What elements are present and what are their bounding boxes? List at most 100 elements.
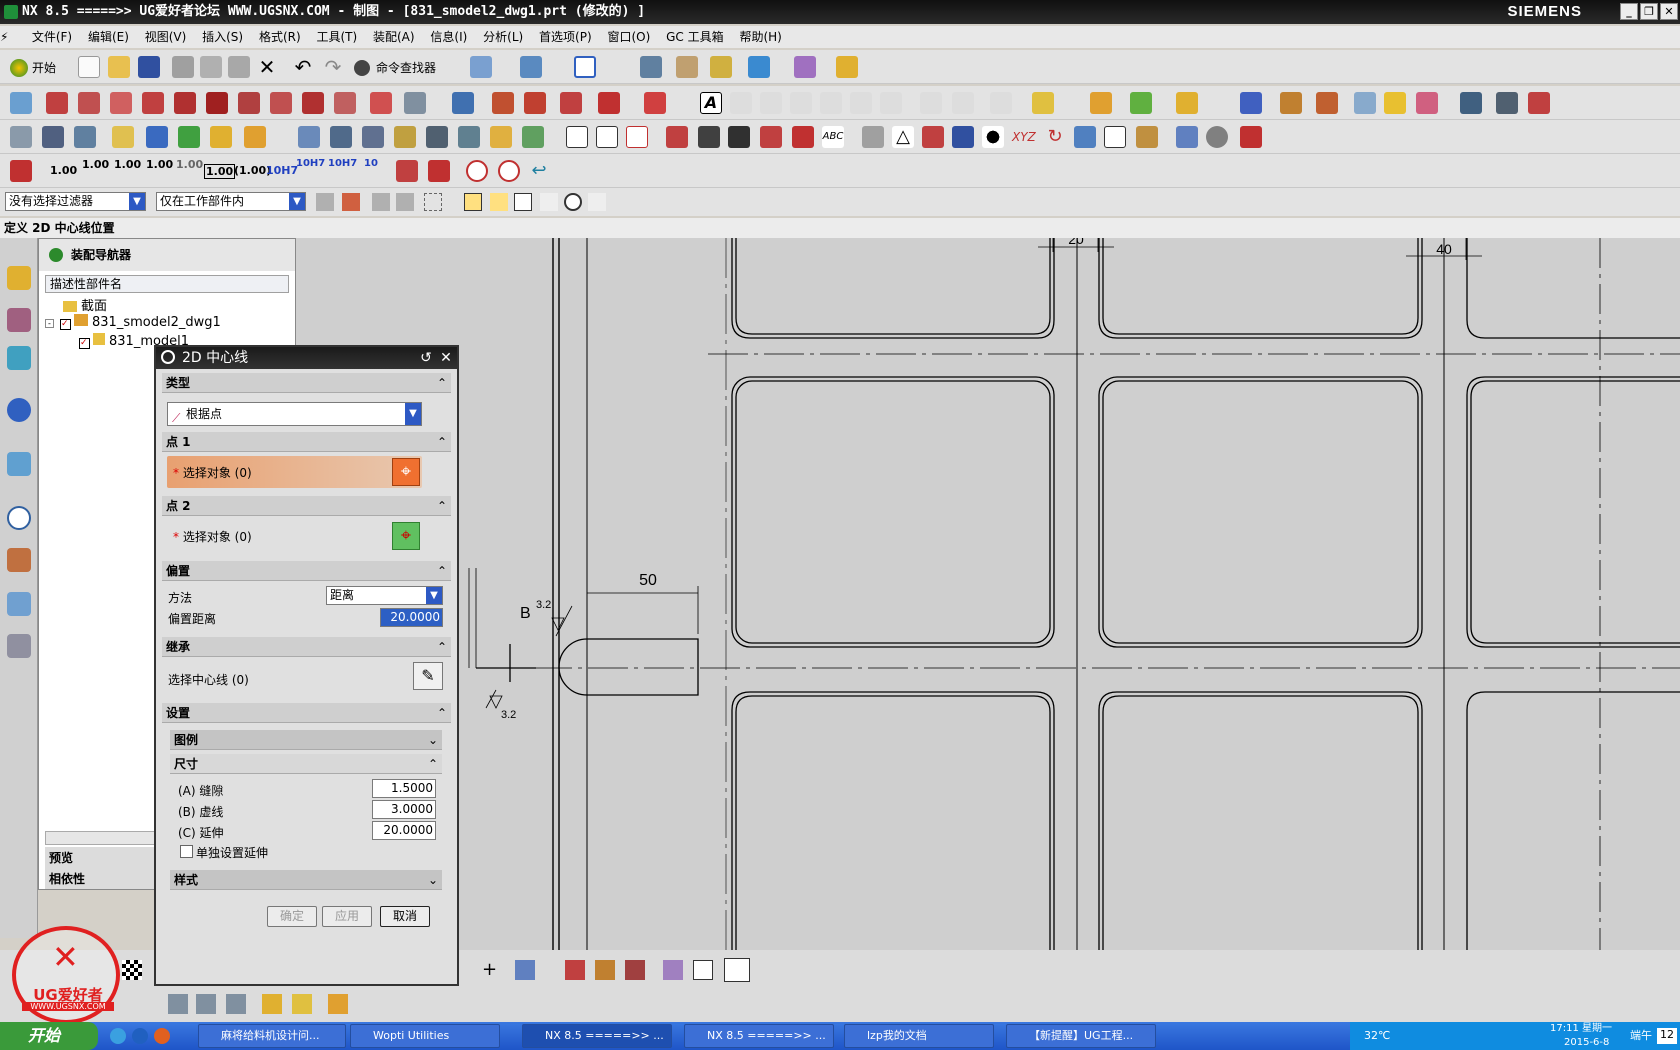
reuse-library-icon[interactable] [7,398,31,422]
minimize-button[interactable]: _ [1620,3,1638,20]
sketch-icon[interactable] [394,126,416,148]
snap-icon-1[interactable] [316,193,334,211]
spreadsheet-icon[interactable] [1496,92,1518,114]
pin-icon[interactable] [49,248,63,262]
datum-target-icon[interactable] [820,92,842,114]
half-section-icon[interactable] [174,92,196,114]
rotate-icon[interactable]: ↻ [1044,126,1066,148]
ime-number[interactable]: 12 [1657,1028,1677,1044]
csys-icon[interactable] [1074,126,1096,148]
checkbox-icon[interactable]: ✓ [60,319,71,330]
abc-note-icon[interactable] [490,126,512,148]
menu-analysis[interactable]: 分析(L) [477,26,529,48]
snap-bottom-icon-4[interactable] [625,960,645,980]
point2-selector[interactable]: * 选择对象 (0) ⌖ [167,520,422,552]
ie-icon[interactable] [110,1028,126,1044]
roles-icon[interactable] [7,548,31,572]
graphics-window[interactable]: 50 20 40 B 3.2 3.2 [296,238,1680,950]
break-view-icon[interactable] [238,92,260,114]
system-scene-icon[interactable] [7,592,31,616]
bottom-tool-icon-3[interactable] [226,994,246,1014]
plus-icon[interactable]: + [482,960,502,980]
dim-style-5[interactable]: 1.00 [176,158,203,171]
point-dialog-icon[interactable]: ⌖ [392,458,420,486]
apply-button[interactable]: 应用 [322,906,372,927]
point-dialog-icon[interactable]: ⌖ [392,522,420,550]
view-boundary-icon[interactable] [302,92,324,114]
dim-style-11[interactable]: 10 [364,158,378,169]
table-view-icon[interactable] [298,126,320,148]
snap-bottom-icon-5[interactable] [663,960,683,980]
stack-icon[interactable] [74,126,96,148]
snap-bottom-icon-2[interactable] [565,960,585,980]
point-icon[interactable] [982,126,1004,148]
menu-window[interactable]: 窗口(O) [601,26,656,48]
snap-bottom-icon-6[interactable] [693,960,713,980]
menu-edit[interactable]: 编辑(E) [82,26,135,48]
centerline-icon[interactable] [452,92,474,114]
properties-icon[interactable] [1176,126,1198,148]
layer-settings-icon[interactable] [1460,92,1482,114]
start-button[interactable]: 开始 [0,1022,98,1050]
new-sheet-icon[interactable] [10,92,32,114]
collapse-icon[interactable]: - [45,319,54,328]
hammer-icon[interactable] [1090,92,1112,114]
select-centerline-icon[interactable]: ✎ [413,662,443,690]
point2-section-header[interactable]: 点 2 ⌃ [162,496,451,516]
dim-style-2[interactable]: 1.00 [82,158,109,171]
start-button[interactable]: 开始 [8,57,68,79]
dim-icon-4[interactable] [760,126,782,148]
fit-view-icon[interactable] [574,56,596,78]
layers-icon[interactable] [42,126,64,148]
reset-icon[interactable]: ↺ [417,349,435,367]
spring-icon[interactable] [1240,126,1262,148]
base-view-icon[interactable] [46,92,68,114]
ruler-icon[interactable] [836,56,858,78]
layout-icon[interactable] [470,56,492,78]
zoom-icon[interactable] [790,92,812,114]
layer-icon[interactable] [640,56,662,78]
abc-dim-icon[interactable]: ABC [822,126,844,148]
point1-selector[interactable]: * 选择对象 (0) ⌖ [167,456,422,488]
tool-green-icon[interactable] [178,126,200,148]
inherit-section-header[interactable]: 继承 ⌃ [162,637,451,657]
feature-control-icon[interactable] [760,92,782,114]
tree-icon[interactable] [426,126,448,148]
view-style-icon[interactable] [404,92,426,114]
bottom-tool-icon-2[interactable] [196,994,216,1014]
task-button-5[interactable]: lzp我的文档 [844,1024,994,1048]
bottom-tool-icon-1[interactable] [168,994,188,1014]
extension-input[interactable]: 20.0000 [372,821,436,840]
annotation-icon-1[interactable] [10,126,32,148]
curve-snap-icon[interactable] [514,193,532,211]
task-button-3[interactable]: NX 8.5 =====>> ... [522,1024,672,1048]
parts-list-icon[interactable] [1316,92,1338,114]
part-navigator-icon[interactable] [7,346,31,370]
app-icon[interactable] [154,1028,170,1044]
color-icon[interactable] [1416,92,1438,114]
snap-bottom-icon-7[interactable] [724,958,750,982]
tree-item-section[interactable]: 截面 [63,295,107,314]
menu-insert[interactable]: 插入(S) [196,26,249,48]
dim-style-4[interactable]: 1.00 [146,158,173,171]
bottom-tool-icon-4[interactable] [262,994,282,1014]
menu-format[interactable]: 格式(R) [253,26,307,48]
gear-icon[interactable] [161,350,175,364]
brush-icon[interactable] [1136,126,1158,148]
balloon-icon[interactable] [1176,92,1198,114]
paste-icon[interactable] [228,56,250,78]
cube-icon[interactable] [1354,92,1376,114]
checkbox-icon[interactable]: ✓ [79,338,90,349]
section-view-icon[interactable] [142,92,164,114]
radius-icon[interactable] [396,160,418,182]
snap-icon-4[interactable] [396,193,414,211]
command-finder-button[interactable]: 命令查找器 [354,57,436,79]
auxiliary-view-icon[interactable] [334,92,356,114]
midpoint-snap-icon[interactable] [490,193,508,211]
rapid-dim-icon[interactable] [10,160,32,182]
size-subsection-header[interactable]: 尺寸 ⌃ [170,754,442,774]
undo-icon[interactable]: ↶ [292,56,314,78]
ime-label[interactable]: 端午 [1630,1029,1652,1043]
surface-finish-icon[interactable] [850,92,872,114]
snap-bottom-icon-3[interactable] [595,960,615,980]
